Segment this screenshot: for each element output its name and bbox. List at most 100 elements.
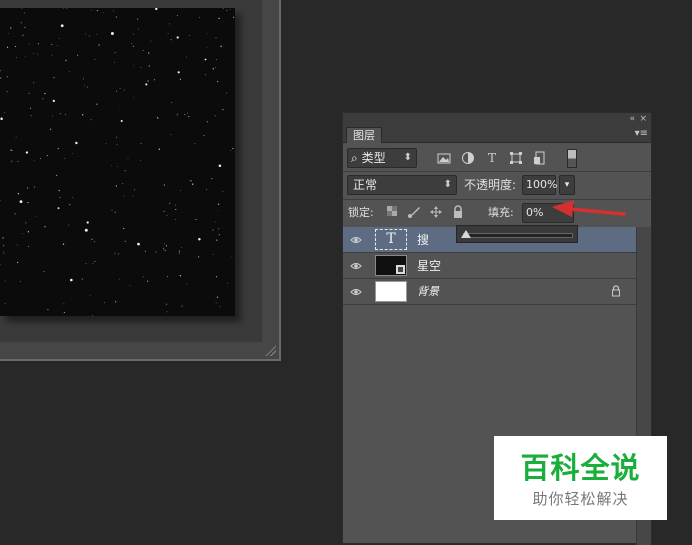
layer-name[interactable]: 星空 — [417, 253, 441, 279]
star — [119, 109, 121, 111]
star — [216, 296, 219, 298]
star — [53, 77, 55, 79]
star — [205, 74, 206, 76]
star — [222, 108, 224, 111]
lock-brush-icon[interactable] — [407, 205, 421, 219]
lock-all-icon[interactable] — [451, 205, 465, 219]
star — [203, 135, 205, 137]
star — [85, 33, 87, 35]
star — [144, 250, 147, 252]
starfield-canvas[interactable] — [0, 8, 235, 316]
star — [91, 238, 93, 240]
panel-menu-icon[interactable]: ▾≡ — [635, 127, 648, 141]
star — [22, 34, 24, 36]
close-panel-icon[interactable]: × — [639, 113, 647, 126]
star — [195, 219, 197, 221]
layer-row-stars[interactable]: 星空 — [343, 253, 637, 279]
star — [72, 197, 74, 198]
image-filter-icon[interactable] — [437, 151, 451, 165]
star — [169, 202, 171, 204]
star — [57, 45, 59, 47]
star — [59, 113, 61, 115]
star — [176, 114, 178, 116]
type-filter-icon[interactable]: T — [485, 151, 499, 165]
star — [177, 71, 180, 74]
tab-layers[interactable]: 图层 — [346, 127, 382, 143]
star — [96, 103, 98, 105]
star — [137, 242, 140, 246]
star — [26, 187, 29, 189]
lock-move-icon[interactable] — [429, 205, 443, 219]
star — [155, 8, 158, 11]
star — [35, 216, 37, 217]
eye-icon[interactable] — [350, 260, 362, 272]
star — [181, 305, 183, 307]
star — [52, 99, 55, 103]
star — [0, 199, 1, 201]
resize-grip[interactable] — [264, 344, 276, 356]
filter-kind-select[interactable]: ⌕ 类型 ⬍ — [347, 148, 417, 168]
layer-row-background[interactable]: 背景 — [343, 279, 637, 305]
layer-name[interactable]: 搜 — [417, 227, 429, 253]
star — [43, 271, 45, 273]
star — [96, 34, 98, 35]
lock-icon — [611, 285, 621, 300]
star — [63, 311, 65, 314]
eye-icon[interactable] — [350, 286, 362, 298]
star — [140, 66, 142, 68]
lock-transparency-icon[interactable] — [385, 205, 399, 219]
star — [6, 91, 8, 93]
star — [2, 237, 4, 239]
star — [44, 92, 46, 95]
star — [217, 203, 220, 205]
search-icon: ⌕ — [351, 151, 358, 165]
star — [217, 210, 219, 212]
star — [142, 49, 144, 51]
pasteboard — [0, 0, 262, 342]
smart-object-filter-icon[interactable] — [533, 151, 547, 165]
star — [218, 17, 220, 20]
opacity-dropdown-button[interactable]: ▾ — [559, 175, 575, 195]
star — [47, 309, 49, 311]
star — [217, 80, 219, 83]
fill-slider-thumb[interactable] — [461, 230, 471, 238]
star — [0, 117, 3, 121]
star — [206, 33, 208, 34]
star — [56, 174, 58, 176]
collapse-panel-icon[interactable]: « — [629, 113, 635, 126]
star — [11, 160, 13, 162]
star — [62, 243, 65, 245]
star — [206, 121, 208, 123]
star — [21, 233, 23, 235]
star — [227, 282, 228, 284]
star — [170, 39, 172, 41]
star — [229, 9, 231, 10]
star — [27, 202, 29, 204]
filter-toggle-switch[interactable] — [567, 149, 577, 168]
star — [123, 195, 125, 197]
blend-options-row: 正常 ⬍ 不透明度: 100% ▾ — [343, 173, 651, 197]
chevron-updown-icon: ⬍ — [403, 152, 412, 163]
star — [84, 228, 88, 232]
star — [82, 114, 84, 116]
watermark-subtitle: 助你轻松解决 — [532, 490, 629, 508]
shape-filter-icon[interactable] — [509, 151, 523, 165]
adjustment-filter-icon[interactable] — [461, 151, 475, 165]
lock-label: 锁定: — [348, 206, 374, 219]
star — [129, 284, 131, 286]
eye-icon[interactable] — [350, 234, 362, 246]
layer-name[interactable]: 背景 — [417, 279, 439, 305]
star — [28, 245, 30, 247]
fill-slider-track[interactable] — [463, 233, 573, 238]
star — [155, 251, 157, 253]
star — [164, 249, 166, 252]
opacity-input[interactable]: 100% — [522, 175, 557, 195]
star — [148, 65, 150, 67]
star — [222, 8, 224, 10]
blend-mode-select[interactable]: 正常 ⬍ — [347, 175, 457, 195]
star — [33, 186, 36, 188]
star — [90, 9, 92, 11]
star — [146, 280, 149, 282]
star — [14, 213, 16, 215]
watermark-logo: 百科全说 助你轻松解决 — [494, 436, 667, 520]
